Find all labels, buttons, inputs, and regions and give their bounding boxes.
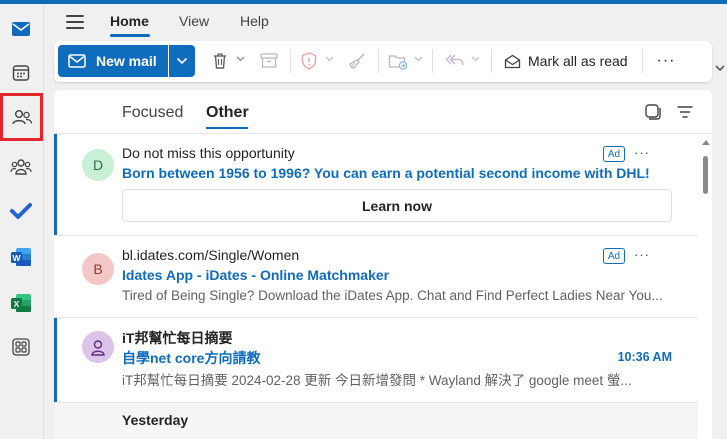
message-sender: bl.idates.com/Single/Women: [122, 247, 300, 263]
shield-icon: [301, 52, 317, 70]
date-group-label: Yesterday: [122, 412, 189, 428]
broom-icon: [349, 53, 365, 69]
person-icon: [91, 339, 105, 356]
trash-icon: [214, 53, 226, 69]
pivot-other[interactable]: Other: [206, 104, 249, 122]
list-item[interactable]: B bl.idates.com/Single/Women Ad ··· Idat…: [54, 236, 698, 318]
word-icon: W: [11, 248, 31, 266]
svg-text:X: X: [14, 299, 20, 309]
date-group-header: Yesterday: [54, 403, 698, 439]
active-pivot-indicator: [206, 127, 248, 129]
scroll-thumb[interactable]: [703, 156, 708, 194]
message-preview: iT邦幫忙每日摘要 2024-02-28 更新 今日新增發問 * Wayland…: [122, 373, 632, 388]
list-item[interactable]: D Do not miss this opportunity Ad ··· Bo…: [54, 134, 698, 236]
message-subject: Born between 1956 to 1996? You can earn …: [122, 165, 650, 181]
rail-item-people[interactable]: [0, 93, 43, 141]
tab-home[interactable]: Home: [110, 13, 149, 29]
archive-icon: [260, 53, 278, 68]
rail-item-apps[interactable]: [4, 330, 38, 364]
delete-button[interactable]: [209, 50, 231, 72]
calendar-icon: [12, 65, 30, 81]
toolbar-divider: [642, 49, 643, 73]
move-to-button[interactable]: [387, 50, 409, 72]
groups-icon: [10, 159, 32, 175]
rail-item-todo[interactable]: [4, 194, 38, 228]
rail-item-groups[interactable]: [4, 150, 38, 184]
app-rail: W X: [0, 4, 44, 439]
message-list-scrollbar[interactable]: [699, 134, 712, 439]
mail-icon: [12, 22, 30, 36]
rail-item-excel[interactable]: X: [4, 286, 38, 320]
select-mode-icon[interactable]: [644, 103, 662, 121]
message-time: 10:36 AM: [617, 350, 672, 364]
toolbar-divider: [432, 49, 433, 73]
rail-item-calendar[interactable]: [4, 56, 38, 90]
todo-icon: [10, 203, 32, 219]
svg-text:W: W: [12, 253, 21, 263]
avatar: B: [82, 253, 114, 285]
report-button[interactable]: [298, 50, 320, 72]
delete-dropdown-icon[interactable]: [236, 56, 245, 62]
message-sender: iT邦幫忙每日摘要: [122, 330, 233, 346]
avatar: [82, 331, 114, 363]
avatar: D: [82, 149, 114, 181]
tab-view[interactable]: View: [179, 13, 209, 29]
mark-all-as-read-label: Mark all as read: [528, 53, 628, 69]
message-more-options-button[interactable]: ···: [634, 145, 650, 160]
people-icon: [11, 110, 32, 125]
hamburger-line: [66, 21, 84, 23]
toolbar-divider: [290, 49, 291, 73]
mark-all-as-read-button[interactable]: Mark all as read: [504, 47, 628, 75]
learn-now-button[interactable]: Learn now: [122, 189, 672, 222]
message-preview: Tired of Being Single? Download the iDat…: [122, 288, 663, 303]
reply-dropdown-icon[interactable]: [471, 56, 480, 62]
apps-icon: [12, 338, 30, 356]
ad-badge: Ad: [603, 146, 625, 162]
new-mail-label: New mail: [96, 53, 157, 69]
pivot-focused[interactable]: Focused: [122, 104, 183, 122]
toolbar-divider: [378, 49, 379, 73]
reply-all-button[interactable]: [444, 50, 466, 72]
mail-read-icon: [504, 54, 521, 68]
message-sender: Do not miss this opportunity: [122, 145, 295, 161]
hamburger-line: [66, 15, 84, 17]
report-dropdown-icon[interactable]: [325, 56, 334, 62]
new-mail-dropdown-button[interactable]: [169, 45, 195, 77]
top-accent-bar: [0, 0, 727, 4]
sweep-button[interactable]: [346, 50, 368, 72]
move-to-dropdown-icon[interactable]: [414, 56, 423, 62]
message-list-pane: Focused Other D Do not miss this opportu…: [54, 90, 712, 439]
command-toolbar: New mail Mark all as read ···: [54, 41, 712, 82]
archive-button[interactable]: [258, 50, 280, 72]
active-tab-indicator: [110, 34, 150, 37]
folder-move-icon: [388, 54, 408, 70]
chevron-down-icon: [176, 57, 188, 65]
message-subject: Idates App - iDates - Online Matchmaker: [122, 267, 390, 283]
message-subject: 自學net core方向請教: [122, 350, 261, 366]
toolbar-divider: [491, 49, 492, 73]
message-more-options-button[interactable]: ···: [634, 247, 650, 262]
ribbon-collapse-chevron-icon[interactable]: [714, 62, 726, 74]
filter-icon[interactable]: [676, 103, 694, 121]
reply-all-icon: [445, 54, 464, 66]
hamburger-menu-button[interactable]: [64, 13, 86, 31]
tab-help[interactable]: Help: [240, 13, 269, 29]
rail-item-mail[interactable]: [4, 12, 38, 46]
hamburger-line: [66, 27, 84, 29]
list-item[interactable]: iT邦幫忙每日摘要 自學net core方向請教 10:36 AM iT邦幫忙每…: [54, 318, 698, 403]
excel-icon: X: [11, 294, 31, 312]
ad-badge: Ad: [603, 248, 625, 264]
scroll-up-arrow-icon[interactable]: [702, 140, 710, 145]
new-mail-button[interactable]: New mail: [58, 45, 168, 77]
more-options-button[interactable]: ···: [654, 50, 678, 72]
rail-item-word[interactable]: W: [4, 240, 38, 274]
compose-mail-icon: [68, 54, 86, 68]
